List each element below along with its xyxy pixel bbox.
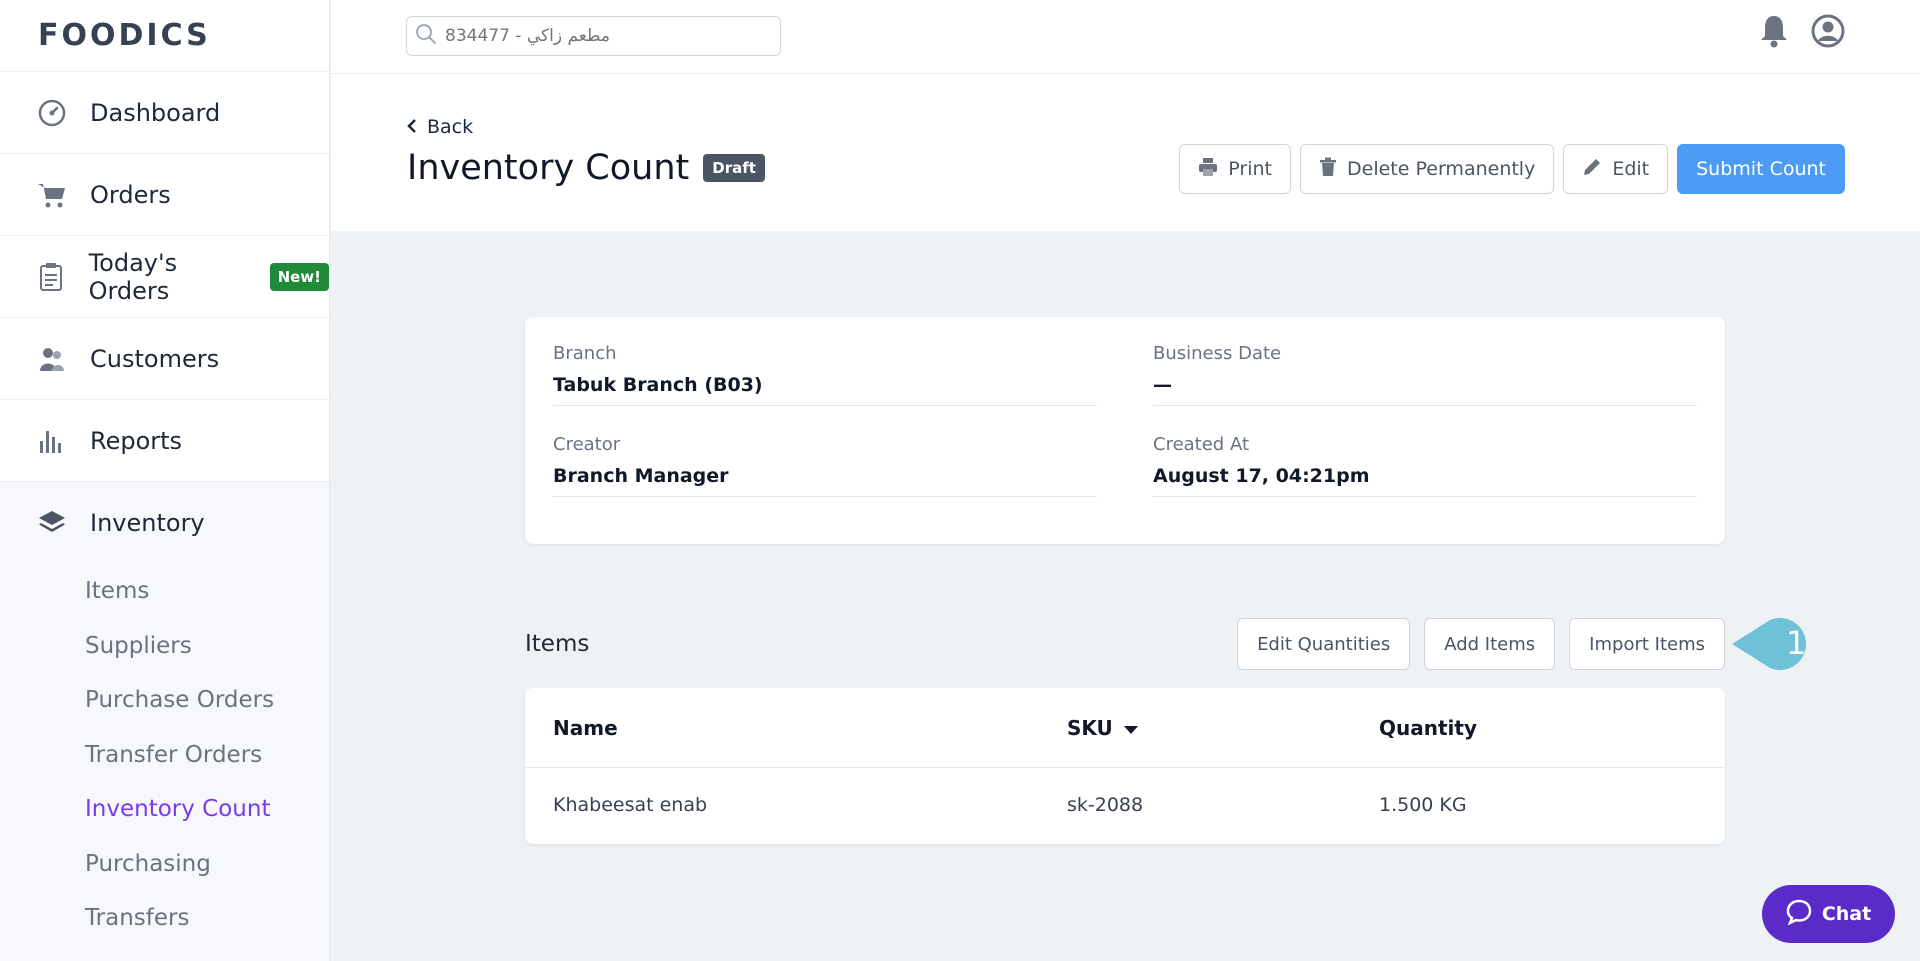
search-icon bbox=[415, 23, 437, 49]
sidebar-subitem-production[interactable]: Production bbox=[0, 946, 329, 961]
printer-icon bbox=[1198, 157, 1218, 182]
business-date-value: — bbox=[1153, 374, 1172, 396]
creator-value: Branch Manager bbox=[553, 465, 729, 487]
items-table: Name SKU Quantity Khabeesat enab sk-2088… bbox=[525, 688, 1725, 844]
print-button[interactable]: Print bbox=[1179, 144, 1292, 194]
cell-sku: sk-2088 bbox=[1067, 794, 1144, 816]
print-label: Print bbox=[1228, 158, 1273, 180]
sidebar-item-label: Orders bbox=[90, 180, 171, 209]
sidebar-item-orders[interactable]: Orders bbox=[0, 154, 329, 236]
items-actions: Edit Quantities Add Items Import Items bbox=[1237, 618, 1725, 670]
column-quantity-label: Quantity bbox=[1379, 716, 1477, 740]
layers-icon bbox=[36, 507, 68, 539]
branch-label: Branch bbox=[553, 343, 617, 364]
column-header-quantity[interactable]: Quantity bbox=[1379, 716, 1477, 740]
clipboard-icon bbox=[36, 261, 67, 293]
gauge-icon bbox=[36, 97, 68, 129]
sidebar: FOODICS Dashboard Orders Today's Orders … bbox=[0, 0, 330, 961]
sidebar-subitem-items[interactable]: Items bbox=[0, 564, 329, 619]
sidebar-item-label: Dashboard bbox=[90, 98, 221, 127]
sidebar-item-inventory[interactable]: Inventory bbox=[0, 482, 329, 564]
creator-label: Creator bbox=[553, 434, 621, 455]
back-link[interactable]: Back bbox=[407, 116, 473, 138]
created-at-value: August 17, 04:21pm bbox=[1153, 465, 1370, 487]
business-date-label: Business Date bbox=[1153, 343, 1282, 364]
users-icon bbox=[36, 343, 68, 375]
edit-button[interactable]: Edit bbox=[1563, 144, 1669, 194]
chat-bubble-icon bbox=[1786, 899, 1812, 930]
created-at-label: Created At bbox=[1153, 434, 1250, 455]
creator-field: Creator Branch Manager bbox=[553, 434, 1097, 497]
table-header: Name SKU Quantity bbox=[525, 688, 1725, 768]
sidebar-subitem-purchase-orders[interactable]: Purchase Orders bbox=[0, 673, 329, 728]
submit-count-button[interactable]: Submit Count bbox=[1677, 144, 1845, 194]
pencil-icon bbox=[1582, 157, 1602, 182]
status-badge: Draft bbox=[703, 154, 765, 182]
sidebar-subitem-suppliers[interactable]: Suppliers bbox=[0, 619, 329, 674]
sidebar-subitem-transfers[interactable]: Transfers bbox=[0, 891, 329, 946]
branch-field: Branch Tabuk Branch (B03) bbox=[553, 343, 1097, 406]
cart-icon bbox=[36, 179, 68, 211]
delete-permanently-button[interactable]: Delete Permanently bbox=[1300, 144, 1555, 194]
bell-icon[interactable] bbox=[1759, 14, 1789, 52]
page-header: Back Inventory Count Draft Print Delete … bbox=[331, 74, 1920, 231]
items-header: Items Edit Quantities Add Items Import I… bbox=[525, 618, 1725, 670]
details-card: Branch Tabuk Branch (B03) Business Date … bbox=[525, 317, 1725, 544]
sidebar-item-label: Customers bbox=[90, 344, 220, 373]
business-date-field: Business Date — bbox=[1153, 343, 1697, 406]
sidebar-subitem-inventory-count[interactable]: Inventory Count bbox=[0, 782, 329, 837]
sidebar-item-customers[interactable]: Customers bbox=[0, 318, 329, 400]
sidebar-subitem-purchasing[interactable]: Purchasing bbox=[0, 837, 329, 892]
edit-label: Edit bbox=[1612, 158, 1650, 180]
trash-icon bbox=[1319, 157, 1337, 182]
bar-chart-icon bbox=[36, 425, 68, 457]
branch-value: Tabuk Branch (B03) bbox=[553, 374, 763, 396]
top-icons bbox=[1759, 14, 1845, 52]
sidebar-item-label: Today's Orders bbox=[88, 248, 178, 305]
callout-number: 1 bbox=[1786, 624, 1807, 662]
sidebar-item-label: Reports bbox=[90, 426, 183, 455]
foodics-logo[interactable]: FOODICS bbox=[38, 18, 211, 53]
header-actions: Print Delete Permanently Edit Submit Cou… bbox=[1179, 144, 1845, 194]
sidebar-item-label: Inventory bbox=[90, 509, 205, 537]
back-label: Back bbox=[427, 116, 474, 138]
column-sku-label: SKU bbox=[1067, 716, 1113, 740]
sidebar-item-dashboard[interactable]: Dashboard bbox=[0, 72, 329, 154]
import-items-button[interactable]: Import Items bbox=[1569, 618, 1725, 670]
title-row: Inventory Count Draft bbox=[407, 148, 765, 188]
edit-quantities-button[interactable]: Edit Quantities bbox=[1237, 618, 1411, 670]
created-at-field: Created At August 17, 04:21pm bbox=[1153, 434, 1697, 497]
table-row[interactable]: Khabeesat enab sk-2088 1.500 KG bbox=[525, 768, 1725, 844]
chat-button[interactable]: Chat bbox=[1762, 885, 1895, 943]
chat-label: Chat bbox=[1821, 903, 1872, 925]
add-items-button[interactable]: Add Items bbox=[1424, 618, 1556, 670]
sidebar-item-todays-orders[interactable]: Today's Orders New! bbox=[0, 236, 329, 318]
cell-quantity: 1.500 KG bbox=[1379, 794, 1467, 816]
logo-area: FOODICS bbox=[0, 0, 329, 72]
top-bar bbox=[331, 0, 1920, 74]
sort-desc-icon bbox=[1123, 716, 1139, 740]
user-avatar-icon[interactable] bbox=[1811, 14, 1845, 52]
new-badge: New! bbox=[269, 262, 329, 291]
step-callout: 1 bbox=[1730, 614, 1826, 674]
sidebar-subitem-transfer-orders[interactable]: Transfer Orders bbox=[0, 728, 329, 783]
sidebar-item-reports[interactable]: Reports bbox=[0, 400, 329, 482]
chevron-left-icon bbox=[407, 116, 417, 138]
column-header-name[interactable]: Name bbox=[553, 716, 618, 740]
search-box[interactable] bbox=[406, 16, 781, 56]
column-header-sku[interactable]: SKU bbox=[1067, 716, 1139, 740]
column-name-label: Name bbox=[553, 716, 618, 740]
search-input[interactable] bbox=[445, 26, 765, 46]
cell-name: Khabeesat enab bbox=[553, 794, 708, 816]
page-title: Inventory Count bbox=[407, 148, 690, 188]
delete-label: Delete Permanently bbox=[1347, 158, 1536, 180]
items-title: Items bbox=[525, 631, 590, 657]
inventory-group: Inventory Items Suppliers Purchase Order… bbox=[0, 482, 329, 961]
